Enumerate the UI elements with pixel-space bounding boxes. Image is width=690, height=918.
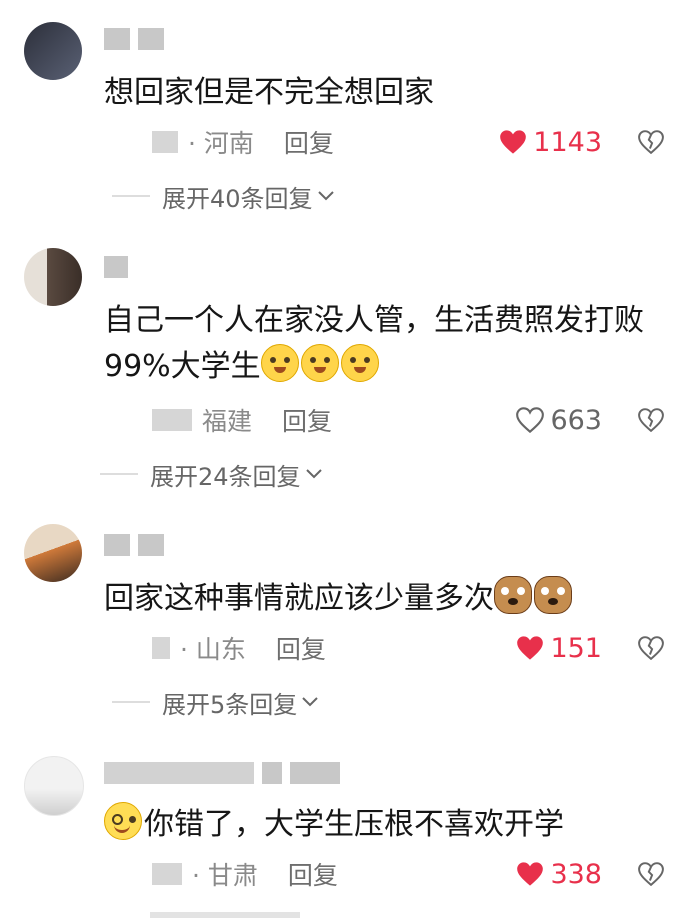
dog-emoji [534, 576, 572, 614]
comment-meta: · 河南 回复 [152, 122, 334, 162]
comment-meta: · 山东 回复 [152, 628, 326, 668]
heart-icon [500, 130, 527, 154]
comment-text: 自己一个人在家没人管，生活费照发打败 99%大学生 [104, 298, 674, 390]
username-redacted[interactable] [104, 28, 164, 50]
location-label: · 甘肃 [192, 861, 258, 890]
username-redacted[interactable] [104, 534, 164, 556]
avatar[interactable] [24, 248, 82, 306]
sweat-emoji [300, 344, 339, 382]
comment-text-part: 99%大学生 [104, 349, 261, 384]
reply-button[interactable]: 回复 [288, 856, 338, 892]
like-button[interactable]: 338 [516, 854, 602, 894]
like-count: 663 [550, 404, 602, 436]
avatar[interactable] [24, 22, 82, 80]
divider-line [100, 473, 138, 475]
dislike-button[interactable] [638, 628, 668, 668]
comment-text: 你错了，大学生压根不喜欢开学 [104, 802, 674, 848]
heart-icon [517, 862, 544, 886]
reply-button[interactable]: 回复 [282, 402, 332, 438]
chevron-down-icon [305, 469, 322, 479]
like-count: 151 [550, 632, 602, 664]
expand-replies-button[interactable]: 展开40条回复 [112, 176, 335, 216]
comment-text-part: 你错了，大学生压根不喜欢开学 [144, 807, 564, 842]
expand-replies-button[interactable]: 展开24条回复 [100, 454, 323, 494]
like-count: 1143 [533, 126, 602, 158]
cut-off-expand-row [150, 912, 300, 918]
divider-line [112, 195, 150, 197]
redacted-time [152, 131, 178, 153]
broken-heart-icon [638, 636, 664, 660]
divider-line [112, 701, 150, 703]
like-count: 338 [550, 858, 602, 890]
location-label: · 河南 [188, 129, 254, 158]
redacted-time [152, 637, 170, 659]
expand-label: 展开24条回复 [150, 462, 301, 491]
sweat-emoji [340, 344, 379, 382]
location-label: 福建 [202, 407, 253, 436]
expand-label: 展开40条回复 [162, 184, 313, 213]
comment-text-line: 自己一个人在家没人管，生活费照发打败 [104, 303, 644, 338]
comment-text: 想回家但是不完全想回家 [104, 75, 434, 110]
dog-emoji [494, 576, 532, 614]
chevron-down-icon [302, 697, 318, 707]
broken-heart-icon [638, 130, 664, 154]
dislike-button[interactable] [638, 400, 668, 440]
reply-button[interactable]: 回复 [276, 630, 326, 666]
dislike-button[interactable] [638, 122, 668, 162]
location-label: · 山东 [180, 635, 246, 664]
comment-text-line-with-emoji: 99%大学生 [104, 344, 674, 390]
like-button[interactable]: 151 [516, 628, 602, 668]
chevron-down-icon [317, 191, 334, 201]
expand-label: 展开5条回复 [162, 690, 298, 719]
smile-emoji [104, 802, 142, 840]
reply-button[interactable]: 回复 [284, 124, 334, 160]
like-button[interactable]: 663 [516, 400, 602, 440]
comment-meta: 福建 回复 [152, 400, 332, 440]
broken-heart-icon [638, 862, 664, 886]
like-button[interactable]: 1143 [499, 122, 602, 162]
sweat-emoji [260, 344, 299, 382]
avatar[interactable] [24, 756, 84, 816]
comment-text-part: 回家这种事情就应该少量多次 [104, 581, 494, 616]
username-redacted[interactable] [104, 762, 340, 784]
redacted-time [152, 863, 182, 885]
avatar[interactable] [24, 524, 82, 582]
heart-outline-icon [516, 407, 545, 433]
heart-icon [517, 636, 544, 660]
broken-heart-icon [638, 408, 664, 432]
username-redacted[interactable] [104, 256, 128, 278]
redacted-time [152, 409, 192, 431]
expand-replies-button[interactable]: 展开5条回复 [112, 682, 319, 722]
comment-meta: · 甘肃 回复 [152, 854, 338, 894]
comment-text: 回家这种事情就应该少量多次 [104, 576, 674, 622]
dislike-button[interactable] [638, 854, 668, 894]
expand-replies-partial[interactable] [150, 906, 300, 918]
